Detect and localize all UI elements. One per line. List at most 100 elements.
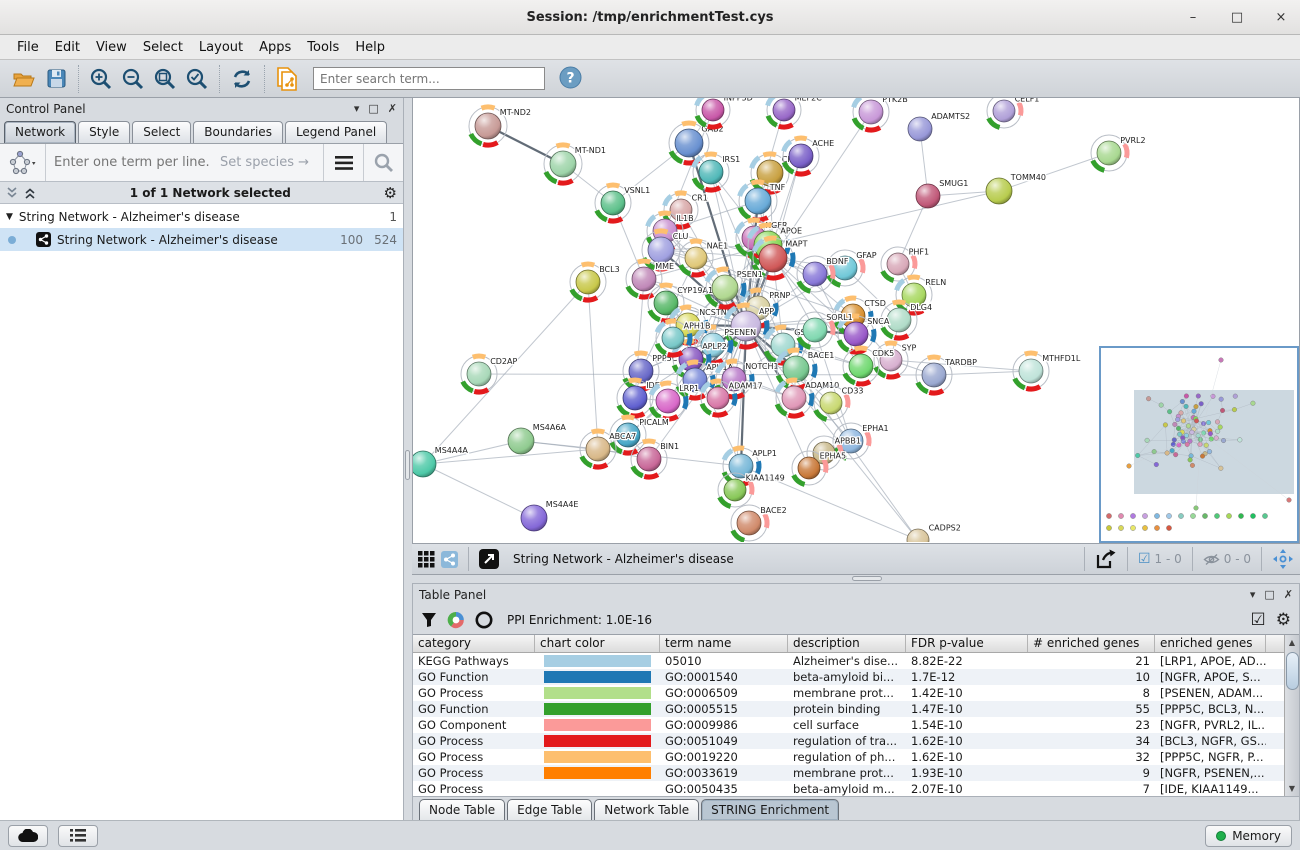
table-row[interactable]: GO FunctionGO:0005515protein binding1.47… (413, 701, 1284, 717)
network-node-CD33[interactable]: CD33 (814, 386, 864, 420)
scrollbar-thumb[interactable] (1286, 652, 1299, 690)
network-from-file-button[interactable] (271, 64, 303, 94)
control-panel-float-icon[interactable]: □ (368, 102, 378, 115)
maximize-button[interactable]: □ (1226, 10, 1248, 25)
tab-style[interactable]: Style (78, 121, 130, 143)
tab-legend-panel[interactable]: Legend Panel (285, 121, 387, 143)
network-row-selected[interactable]: String Network - Alzheimer's disease 100… (0, 228, 403, 251)
column-header-chart-color[interactable]: chart color (535, 635, 660, 652)
pan-compass-icon[interactable] (1272, 548, 1294, 570)
table-row[interactable]: GO ProcessGO:0050435beta-amyloid m...2.0… (413, 781, 1284, 796)
network-node-BCL3[interactable]: BCL3 (570, 264, 620, 300)
network-node-MT-ND1[interactable]: MT-ND1 (544, 145, 606, 183)
search-input[interactable] (313, 67, 545, 90)
network-options-gear-icon[interactable]: ⚙ (384, 184, 397, 202)
network-node-MS4A4E[interactable]: MS4A4E (521, 500, 578, 531)
zoom-out-button[interactable] (117, 64, 149, 94)
table-panel-menu-icon[interactable]: ▾ (1250, 588, 1256, 601)
control-panel-close-icon[interactable]: ✗ (388, 102, 397, 115)
tab-edge-table[interactable]: Edge Table (507, 799, 592, 820)
cloud-button[interactable] (8, 825, 48, 847)
menu-tools[interactable]: Tools (300, 37, 346, 58)
string-view-icon[interactable] (441, 551, 458, 568)
menu-apps[interactable]: Apps (252, 37, 298, 58)
network-node-PVRL2[interactable]: PVRL2 (1091, 135, 1146, 171)
open-session-button[interactable] (8, 64, 40, 94)
table-panel-float-icon[interactable]: □ (1264, 588, 1274, 601)
panel-splitter[interactable] (404, 98, 412, 820)
donut-chart-icon[interactable] (447, 611, 465, 629)
column-header--enriched-genes[interactable]: # enriched genes (1028, 635, 1155, 652)
close-button[interactable]: × (1270, 10, 1292, 25)
network-node-TOMM40[interactable]: TOMM40 (986, 173, 1046, 204)
menu-edit[interactable]: Edit (48, 37, 87, 58)
table-panel-close-icon[interactable]: ✗ (1284, 588, 1293, 601)
grid-mode-icon[interactable] (418, 551, 435, 568)
menu-select[interactable]: Select (136, 37, 190, 58)
collapse-all-icon[interactable] (6, 187, 19, 199)
tab-string-enrichment[interactable]: STRING Enrichment (701, 799, 839, 820)
table-scrollbar[interactable]: ▲ ▼ (1284, 635, 1299, 796)
tab-node-table[interactable]: Node Table (419, 799, 505, 820)
network-node-BACE2[interactable]: BACE2 (731, 505, 787, 541)
network-node-ADAMTS2[interactable]: ADAMTS2 (908, 112, 970, 141)
zoom-fit-button[interactable] (149, 64, 181, 94)
table-row[interactable]: GO ProcessGO:0033619membrane prot...1.93… (413, 765, 1284, 781)
column-header-category[interactable]: category (413, 635, 535, 652)
tab-network[interactable]: Network (4, 121, 76, 143)
zoom-in-button[interactable] (85, 64, 117, 94)
zoom-selected-button[interactable] (181, 64, 213, 94)
control-panel-menu-icon[interactable]: ▾ (354, 102, 360, 115)
menu-layout[interactable]: Layout (192, 37, 250, 58)
column-header-description[interactable]: description (788, 635, 906, 652)
splitter-handle[interactable] (405, 450, 410, 480)
network-node-ACHE[interactable]: ACHE (783, 138, 834, 174)
detach-view-icon[interactable] (479, 549, 499, 569)
menu-file[interactable]: File (10, 37, 46, 58)
network-node-CADPS2[interactable]: CADPS2 (907, 523, 961, 542)
species-hint[interactable]: Set species → (220, 155, 315, 170)
collection-caret-icon[interactable]: ▼ (6, 212, 13, 222)
refresh-network-button[interactable] (226, 64, 258, 94)
network-node-MS4A6A[interactable]: MS4A6A (508, 423, 566, 454)
menu-view[interactable]: View (89, 37, 134, 58)
ring-chart-icon[interactable] (475, 611, 493, 629)
memory-button[interactable]: Memory (1205, 825, 1292, 847)
table-row[interactable]: GO ProcessGO:0051049regulation of tra...… (413, 733, 1284, 749)
select-rows-icon[interactable]: ☑ (1251, 610, 1266, 630)
save-session-button[interactable] (40, 64, 72, 94)
scroll-up-icon[interactable]: ▲ (1289, 635, 1295, 650)
filter-icon[interactable] (421, 612, 437, 628)
birdseye-view[interactable] (1099, 346, 1299, 543)
tab-select[interactable]: Select (132, 121, 191, 143)
table-row[interactable]: GO ProcessGO:0006509membrane prot...1.42… (413, 685, 1284, 701)
tab-network-table[interactable]: Network Table (594, 799, 699, 820)
network-node-MTHFD1L[interactable]: MTHFD1L (1013, 353, 1081, 389)
expand-all-icon[interactable] (24, 187, 37, 199)
network-node-CELF1[interactable]: CELF1 (987, 98, 1039, 128)
task-history-button[interactable] (58, 825, 98, 847)
help-button[interactable]: ? (559, 66, 582, 92)
string-datasource-selector[interactable] (0, 144, 46, 181)
string-term-input[interactable] (54, 155, 220, 170)
network-node-INPP5D[interactable]: INPP5D (696, 98, 753, 127)
table-splitter-handle[interactable] (852, 576, 882, 581)
network-node-MT-ND2[interactable]: MT-ND2 (469, 107, 531, 145)
table-splitter[interactable] (412, 575, 1300, 583)
network-collection-row[interactable]: ▼ String Network - Alzheimer's disease 1 (0, 205, 403, 228)
network-node-PTK2B[interactable]: PTK2B (853, 98, 908, 130)
column-header-enriched-genes[interactable]: enriched genes (1155, 635, 1266, 652)
network-node-EPHA5[interactable]: EPHA5 (792, 451, 846, 485)
menu-help[interactable]: Help (348, 37, 392, 58)
tab-boundaries[interactable]: Boundaries (193, 121, 283, 143)
table-row[interactable]: KEGG Pathways05010Alzheimer's dise...8.8… (413, 653, 1284, 669)
column-header-FDR-p-value[interactable]: FDR p-value (906, 635, 1028, 652)
column-header-term-name[interactable]: term name (660, 635, 788, 652)
minimize-button[interactable]: – (1182, 10, 1204, 25)
export-image-icon[interactable] (1095, 548, 1117, 570)
scroll-down-icon[interactable]: ▼ (1289, 781, 1295, 796)
table-row[interactable]: GO ProcessGO:0019220regulation of ph...1… (413, 749, 1284, 765)
table-row[interactable]: GO ComponentGO:0009986cell surface1.54E-… (413, 717, 1284, 733)
network-node-VSNL1[interactable]: VSNL1 (595, 185, 650, 221)
network-node-PHF1[interactable]: PHF1 (881, 247, 929, 281)
